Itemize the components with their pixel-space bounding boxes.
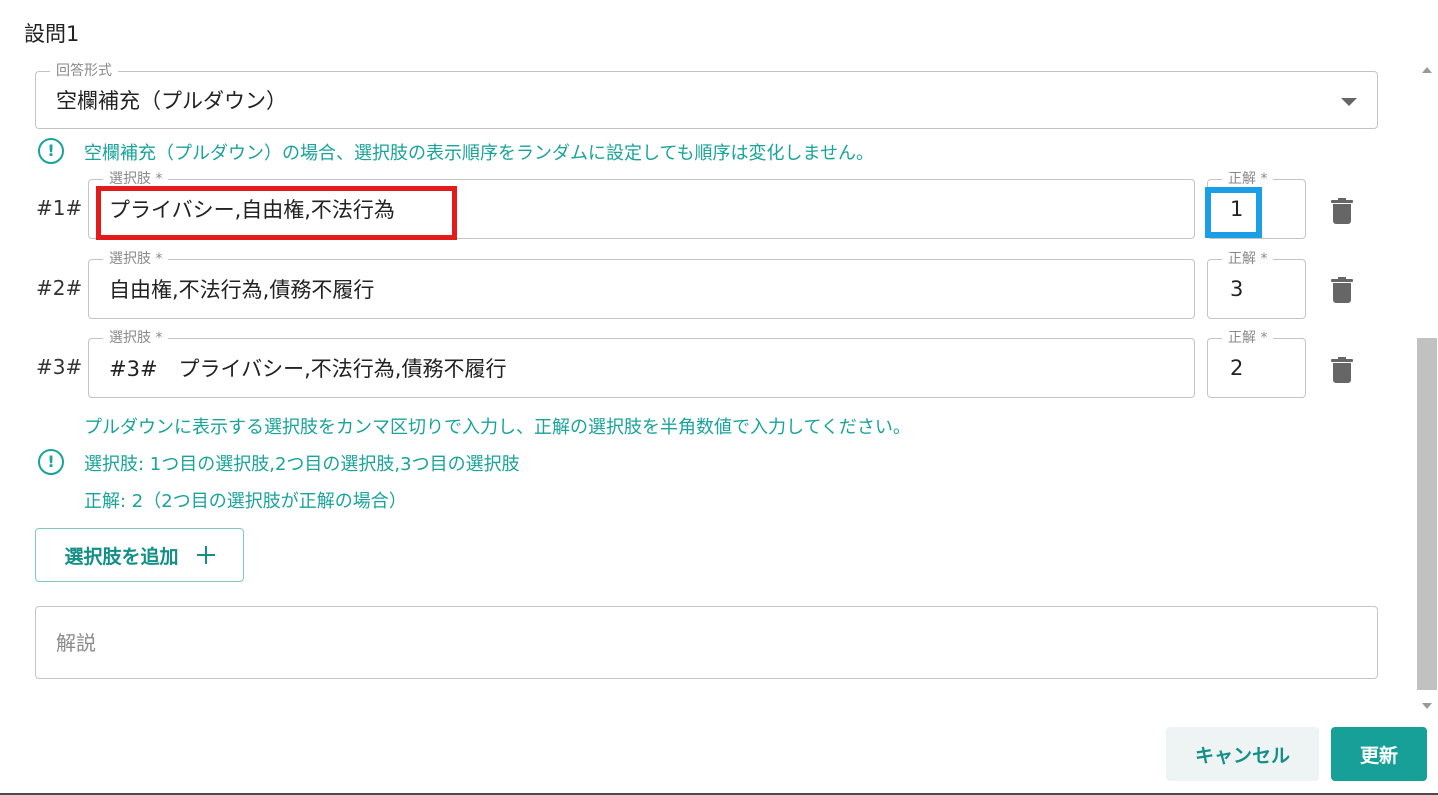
correct-value: 3 <box>1230 277 1244 301</box>
dialog-title: 設問1 <box>24 22 80 46</box>
scroll-up-arrow-icon[interactable] <box>1422 67 1432 73</box>
choice-value: #3# プライバシー,不法行為,債務不履行 <box>109 357 507 381</box>
scrollbar-thumb[interactable] <box>1417 338 1437 690</box>
explanation-textarea[interactable]: 解説 <box>35 606 1378 679</box>
plus-icon <box>196 546 215 564</box>
trash-icon[interactable] <box>1331 357 1353 383</box>
info-icon: ! <box>38 138 64 164</box>
help-text-line1: プルダウンに表示する選択肢をカンマ区切りで入力し、正解の選択肢を半角数値で入力し… <box>84 417 911 438</box>
answer-format-label: 回答形式 <box>50 62 118 80</box>
answer-format-select[interactable]: 回答形式 空欄補充（プルダウン） <box>35 62 1378 129</box>
add-choice-button[interactable]: 選択肢を追加 <box>35 528 244 582</box>
trash-icon[interactable] <box>1331 198 1353 224</box>
choice-value: 自由権,不法行為,債務不履行 <box>109 278 375 302</box>
choice-index-label: #2# <box>36 276 83 300</box>
randomize-notice: 空欄補充（プルダウン）の場合、選択肢の表示順序をランダムに設定しても順序は変化し… <box>84 143 875 164</box>
choice-label: 選択肢 * <box>103 329 169 347</box>
add-choice-label: 選択肢を追加 <box>64 546 179 568</box>
choice-label: 選択肢 * <box>103 250 169 268</box>
question-dialog: 設問1 回答形式 空欄補充（プルダウン） ! 空欄補充（プルダウン）の場合、選択… <box>0 0 1438 795</box>
correct-label: 正解 * <box>1222 170 1274 188</box>
help-text-line2: 選択肢: 1つ目の選択肢,2つ目の選択肢,3つ目の選択肢 <box>84 454 520 475</box>
correct-label: 正解 * <box>1222 329 1274 347</box>
choice-index-label: #1# <box>36 196 83 220</box>
scroll-down-arrow-icon[interactable] <box>1422 703 1432 709</box>
choice-input-3[interactable]: 選択肢 * #3# プライバシー,不法行為,債務不履行 <box>88 329 1195 398</box>
highlight-box-blue <box>1205 187 1262 238</box>
scrollbar[interactable] <box>1416 63 1438 713</box>
chevron-down-icon[interactable] <box>1341 98 1357 106</box>
trash-icon[interactable] <box>1331 277 1353 303</box>
correct-label: 正解 * <box>1222 250 1274 268</box>
highlight-box-red <box>96 186 457 240</box>
info-icon: ! <box>38 449 64 475</box>
correct-input-3[interactable]: 正解 * 2 <box>1207 329 1306 398</box>
correct-value: 2 <box>1230 356 1244 380</box>
answer-format-value: 空欄補充（プルダウン） <box>56 89 287 113</box>
cancel-button[interactable]: キャンセル <box>1166 727 1319 781</box>
correct-input-2[interactable]: 正解 * 3 <box>1207 250 1306 319</box>
choice-index-label: #3# <box>36 355 83 379</box>
update-button[interactable]: 更新 <box>1331 727 1427 781</box>
help-text-line3: 正解: 2（2つ目の選択肢が正解の場合） <box>84 491 407 512</box>
explanation-placeholder: 解説 <box>56 631 96 655</box>
choice-input-2[interactable]: 選択肢 * 自由権,不法行為,債務不履行 <box>88 250 1195 319</box>
